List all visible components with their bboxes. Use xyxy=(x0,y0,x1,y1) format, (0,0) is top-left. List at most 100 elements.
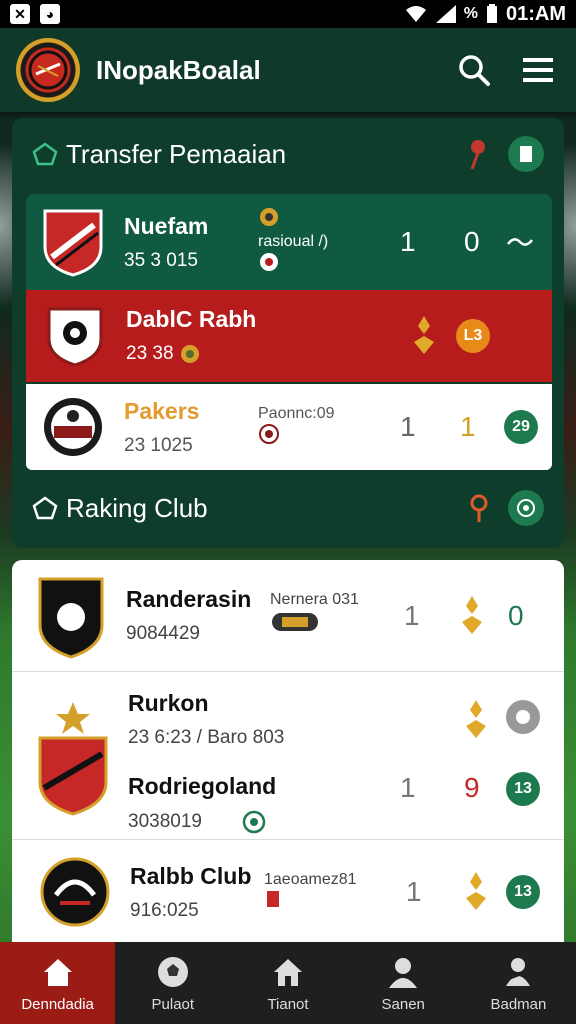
app-notification-icon: ◕ xyxy=(40,4,60,24)
club-info: Nernera 031 xyxy=(270,591,359,608)
team-crest xyxy=(44,303,106,369)
team-name: DablC Rabh xyxy=(126,306,257,333)
rank-badge: 13 xyxy=(506,772,540,806)
team-stat: 35 3 015 xyxy=(124,249,198,271)
card-icon xyxy=(267,890,279,907)
club-score-2: 9 xyxy=(464,772,480,803)
soccer-ball-icon xyxy=(157,956,188,987)
flower-icon[interactable] xyxy=(466,137,490,171)
trophy-icon xyxy=(466,872,486,910)
club-score-2: 0 xyxy=(508,599,524,631)
rank-badge: 13 xyxy=(506,875,540,909)
house-icon xyxy=(274,958,302,986)
club-stat: 9084429 xyxy=(126,623,200,644)
club-crest xyxy=(36,571,106,661)
team-name: Pakers xyxy=(124,397,200,424)
club-score-1: 1 xyxy=(406,876,422,907)
coin-icon xyxy=(180,345,199,364)
club-score-1: 1 xyxy=(400,772,416,803)
club-score-1: 1 xyxy=(404,599,420,631)
battery-percent: % xyxy=(463,5,478,22)
nav-item-profile[interactable]: Sanen xyxy=(346,942,461,1024)
match-row[interactable]: Pakers 23 1025 Paonnc:09 1 1 29 xyxy=(26,384,552,470)
hamburger-icon xyxy=(523,58,553,82)
target-icon xyxy=(517,499,535,517)
nav-item-stadium[interactable]: Tianot xyxy=(230,942,345,1024)
search-button[interactable] xyxy=(452,48,496,92)
match-row[interactable]: DablC Rabh 23 38 L3 xyxy=(26,290,552,382)
list-item[interactable]: Ralbb Club 916:025 1aeoamez81 1 13 xyxy=(12,842,564,942)
app-logo xyxy=(16,38,80,102)
club-stat: 916:025 xyxy=(130,899,199,921)
chat-icon xyxy=(516,710,530,724)
battery-icon xyxy=(486,4,497,23)
trophy-icon xyxy=(462,595,482,634)
app-bar: INopakBoalal xyxy=(0,28,576,112)
club-name: Rodriegoland xyxy=(128,773,277,799)
match-info: rasioual /) xyxy=(258,233,329,250)
nav-label: Tianot xyxy=(267,995,309,1013)
trophy-icon xyxy=(466,700,486,738)
bookmark-button[interactable] xyxy=(508,136,544,172)
away-score: 0 xyxy=(464,226,480,257)
user-icon xyxy=(389,957,418,988)
nav-label: Sanen xyxy=(381,995,425,1013)
coin-icon xyxy=(260,208,278,226)
pentagon-icon xyxy=(32,496,58,520)
jersey-icon xyxy=(272,613,318,631)
nav-item-team[interactable]: Badman xyxy=(461,942,576,1024)
list-item[interactable]: Rurkon 23 6:23 / Baro 803 Rodriegoland 3… xyxy=(12,672,564,840)
menu-button[interactable] xyxy=(516,48,560,92)
nav-label: Denndadia xyxy=(21,995,94,1013)
target-button[interactable] xyxy=(508,490,544,526)
club-stat: 23 6:23 / Baro 803 xyxy=(128,727,285,748)
clock: 01:AM xyxy=(505,2,566,25)
team-stat: 23 1025 xyxy=(124,434,193,456)
club-name: Ralbb Club xyxy=(130,862,252,889)
club-name: Randerasin xyxy=(126,586,252,612)
pentagon-icon xyxy=(32,142,58,166)
home-score: 1 xyxy=(400,226,416,257)
list-item[interactable]: Randerasin 9084429 Nernera 031 1 0 xyxy=(12,560,564,672)
nav-label: Badman xyxy=(490,995,547,1013)
club-stat: 3038019 xyxy=(128,810,378,834)
notification-icon: ✕ xyxy=(10,4,30,24)
club-name: Rurkon xyxy=(128,690,209,716)
trophy-icon xyxy=(414,316,434,354)
team-name: Nuefam xyxy=(124,212,209,239)
team-crest xyxy=(42,209,104,277)
app-title: INopakBoalal xyxy=(96,54,261,85)
match-info: Paonnc:09 xyxy=(258,404,335,422)
transfer-panel: Transfer Pemaaian Nuefam 35 3 015 rasiou… xyxy=(12,118,564,548)
ball-icon xyxy=(259,423,279,444)
wifi-icon xyxy=(405,6,426,22)
match-row[interactable]: Nuefam 35 3 015 rasioual /) 1 0 xyxy=(26,194,552,290)
section-title: Transfer Pemaaian xyxy=(66,138,287,169)
club-crest xyxy=(40,849,110,935)
home-score: 1 xyxy=(400,411,416,442)
transfer-section-header: Transfer Pemaaian xyxy=(12,124,564,184)
status-bar: ✕ ◕ % 01:AM xyxy=(0,0,576,28)
rank-badge: 29 xyxy=(504,410,538,444)
club-info: 1aeoamez81 xyxy=(264,870,357,888)
chat-button[interactable] xyxy=(506,700,540,734)
team-icon xyxy=(506,957,531,986)
home-icon xyxy=(43,958,72,986)
nav-item-home[interactable]: Denndadia xyxy=(0,942,116,1024)
ball-icon xyxy=(260,253,278,271)
signal-icon xyxy=(435,5,456,23)
pin-icon[interactable] xyxy=(468,493,490,523)
club-crest xyxy=(36,698,110,818)
bottom-navigation: Denndadia Pulaot Tianot Sanen Badman xyxy=(0,942,576,1024)
nav-item-ball[interactable]: Pulaot xyxy=(115,942,230,1024)
club-list: Randerasin 9084429 Nernera 031 1 0 Rurko… xyxy=(12,560,564,942)
away-score: 1 xyxy=(460,411,476,442)
nav-label: Pulaot xyxy=(151,995,195,1013)
search-icon xyxy=(459,55,490,86)
bookmark-icon xyxy=(520,146,532,162)
swap-icon[interactable] xyxy=(504,232,534,252)
section-title: Raking Club xyxy=(66,492,208,523)
ball-icon xyxy=(242,810,266,834)
rank-badge: L3 xyxy=(456,319,490,353)
raking-section-header: Raking Club xyxy=(12,478,564,538)
